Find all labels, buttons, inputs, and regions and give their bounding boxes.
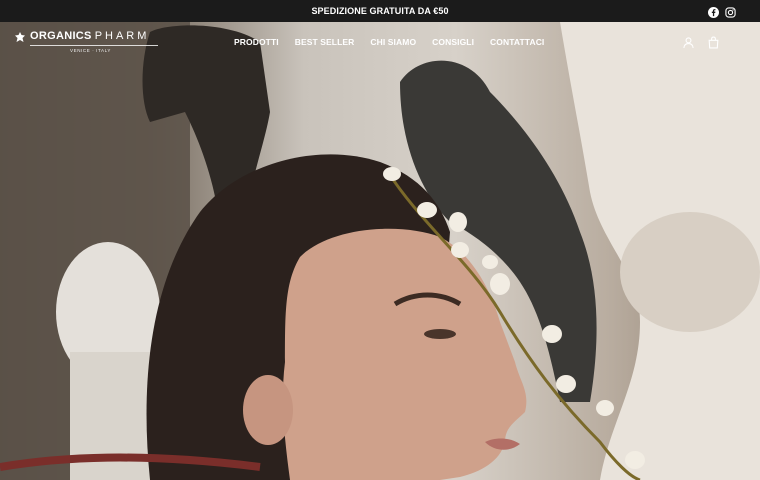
logo-wordmark: ORGANICS PHARM [30, 30, 149, 42]
shopping-bag-icon[interactable] [707, 36, 720, 49]
social-links [708, 5, 736, 18]
logo-brand-suffix: PHARM [94, 30, 150, 42]
site-header: ORGANICS PHARM VENICE · ITALY PRODOTTI BE… [0, 22, 760, 66]
nav-item-prodotti[interactable]: PRODOTTI [234, 37, 279, 47]
logo-tagline: VENICE · ITALY [70, 48, 111, 53]
nav-item-consigli[interactable]: CONSIGLI [432, 37, 474, 47]
nav-item-best-seller[interactable]: BEST SELLER [295, 37, 355, 47]
main-navigation: PRODOTTI BEST SELLER CHI SIAMO CONSIGLI … [234, 37, 544, 47]
user-icon[interactable] [682, 36, 695, 49]
leaf-logo-icon [14, 31, 26, 43]
instagram-icon[interactable] [725, 5, 736, 18]
free-shipping-text: SPEDIZIONE GRATUITA DA €50 [311, 6, 449, 16]
announcement-bar: SPEDIZIONE GRATUITA DA €50 [0, 0, 760, 22]
logo-divider [30, 45, 158, 46]
facebook-icon[interactable] [708, 5, 719, 18]
header-icons [682, 36, 720, 49]
nav-item-contattaci[interactable]: CONTATTACI [490, 37, 544, 47]
logo-brand-text: ORGANICS [30, 30, 92, 42]
brand-logo[interactable]: ORGANICS PHARM VENICE · ITALY [14, 30, 164, 60]
nav-item-chi-siamo[interactable]: CHI SIAMO [370, 37, 416, 47]
hero-image [0, 22, 760, 480]
